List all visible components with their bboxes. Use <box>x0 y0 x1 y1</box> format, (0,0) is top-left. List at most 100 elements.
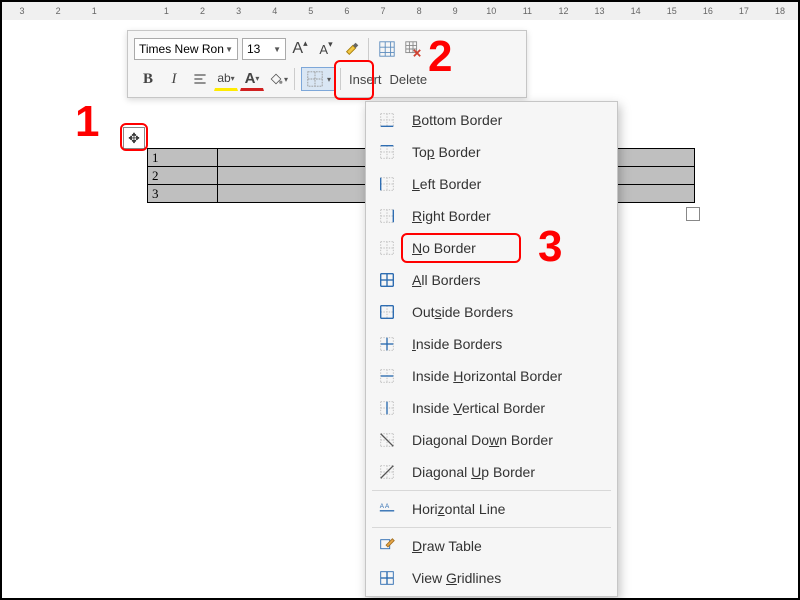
italic-button[interactable]: I <box>162 67 186 91</box>
bucket-icon <box>268 71 284 87</box>
delete-button[interactable]: Delete <box>386 72 432 87</box>
menu-item-label: Horizontal Line <box>412 501 505 517</box>
bold-button[interactable]: B <box>136 67 160 91</box>
align-button[interactable] <box>188 67 212 91</box>
table-new-icon <box>378 40 396 58</box>
ruler-mark: 8 <box>401 6 437 16</box>
ruler-mark: 1 <box>148 6 184 16</box>
menu-item-draw[interactable]: Draw Table <box>366 530 617 562</box>
ruler-mark: 7 <box>365 6 401 16</box>
menu-item-label: Inside Vertical Border <box>412 400 545 416</box>
menu-item-du[interactable]: Diagonal Up Border <box>366 456 617 488</box>
v-icon <box>376 397 398 419</box>
table-move-handle[interactable]: ✥ <box>123 127 145 149</box>
h-border-icon <box>378 367 396 385</box>
hl-border-icon: A A <box>378 500 396 518</box>
menu-item-out[interactable]: Outside Borders <box>366 296 617 328</box>
shading-button[interactable]: ▾ <box>266 67 290 91</box>
borders-menu: Bottom Border Top Border Left Border Right … <box>365 101 618 597</box>
menu-item-label: Inside Borders <box>412 336 502 352</box>
font-color-button[interactable]: A▾ <box>240 67 264 91</box>
top-icon <box>376 141 398 163</box>
menu-item-right[interactable]: Right Border <box>366 200 617 232</box>
grid-icon <box>376 567 398 589</box>
none-border-icon <box>378 239 396 257</box>
menu-separator <box>372 490 611 491</box>
dd-border-icon <box>378 431 396 449</box>
annotation-3: 3 <box>538 222 562 272</box>
font-size-combo[interactable]: 13 ▼ <box>242 38 286 60</box>
svg-text:A A: A A <box>380 503 390 510</box>
table-delete-icon <box>404 40 422 58</box>
ruler-mark: 12 <box>545 6 581 16</box>
ruler-mark: 2 <box>184 6 220 16</box>
menu-item-in[interactable]: Inside Borders <box>366 328 617 360</box>
ruler-mark: 6 <box>329 6 365 16</box>
ruler-mark: 15 <box>654 6 690 16</box>
out-icon <box>376 301 398 323</box>
menu-item-label: All Borders <box>412 272 480 288</box>
border-icon <box>306 70 324 88</box>
new-table-button[interactable] <box>375 37 399 61</box>
right-border-icon <box>378 207 396 225</box>
bottom-icon <box>376 109 398 131</box>
menu-item-top[interactable]: Top Border <box>366 136 617 168</box>
menu-item-dd[interactable]: Diagonal Down Border <box>366 424 617 456</box>
menu-item-label: Left Border <box>412 176 481 192</box>
none-icon <box>376 237 398 259</box>
mini-toolbar: Times New Ron ▼ 13 ▼ A▴ A▾ B I ab▾ A▾ <box>127 30 527 98</box>
font-name-combo[interactable]: Times New Ron ▼ <box>134 38 238 60</box>
menu-item-label: Top Border <box>412 144 481 160</box>
table-cell[interactable]: 1 <box>148 149 218 167</box>
menu-item-label: Right Border <box>412 208 491 224</box>
ruler-mark: 9 <box>437 6 473 16</box>
menu-item-label: Diagonal Down Border <box>412 432 553 448</box>
menu-item-none[interactable]: No Border <box>366 232 617 264</box>
table-cell[interactable]: 2 <box>148 167 218 185</box>
decrease-font-button[interactable]: A▾ <box>314 37 338 61</box>
right-icon <box>376 205 398 227</box>
menu-item-all[interactable]: All Borders <box>366 264 617 296</box>
borders-button[interactable]: ▾ <box>301 67 336 91</box>
ruler-mark: 11 <box>509 6 545 16</box>
ruler-mark: 4 <box>257 6 293 16</box>
ruler-mark: 3 <box>4 6 40 16</box>
menu-item-grid[interactable]: View Gridlines <box>366 562 617 594</box>
grid-border-icon <box>378 569 396 587</box>
draw-border-icon <box>378 537 396 555</box>
bottom-border-icon <box>378 111 396 129</box>
menu-item-v[interactable]: Inside Vertical Border <box>366 392 617 424</box>
menu-separator <box>372 527 611 528</box>
menu-item-h[interactable]: Inside Horizontal Border <box>366 360 617 392</box>
chevron-down-icon: ▼ <box>225 45 233 54</box>
v-border-icon <box>378 399 396 417</box>
ruler-mark: 10 <box>473 6 509 16</box>
increase-font-button[interactable]: A▴ <box>288 37 312 61</box>
menu-item-left[interactable]: Left Border <box>366 168 617 200</box>
font-name-value: Times New Ron <box>139 42 224 56</box>
menu-item-label: Diagonal Up Border <box>412 464 535 480</box>
highlight-button[interactable]: ab▾ <box>214 67 238 91</box>
out-border-icon <box>378 303 396 321</box>
menu-item-label: Inside Horizontal Border <box>412 368 562 384</box>
menu-item-label: Bottom Border <box>412 112 502 128</box>
table-resize-handle[interactable] <box>686 207 700 221</box>
ruler-mark: 16 <box>690 6 726 16</box>
all-border-icon <box>378 271 396 289</box>
left-border-icon <box>378 175 396 193</box>
annotation-1: 1 <box>75 97 99 147</box>
delete-table-button[interactable] <box>401 37 425 61</box>
ruler-mark: 17 <box>726 6 762 16</box>
menu-item-bottom[interactable]: Bottom Border <box>366 104 617 136</box>
annotation-2: 2 <box>428 32 452 82</box>
menu-item-label: Draw Table <box>412 538 482 554</box>
table-cell[interactable]: 3 <box>148 185 218 203</box>
format-painter-button[interactable] <box>340 37 364 61</box>
menu-item-label: No Border <box>412 240 476 256</box>
ruler-mark: 5 <box>293 6 329 16</box>
draw-icon <box>376 535 398 557</box>
h-icon <box>376 365 398 387</box>
ruler-mark: 18 <box>762 6 798 16</box>
menu-item-hl[interactable]: A A Horizontal Line <box>366 493 617 525</box>
insert-button[interactable]: Insert <box>345 72 386 87</box>
